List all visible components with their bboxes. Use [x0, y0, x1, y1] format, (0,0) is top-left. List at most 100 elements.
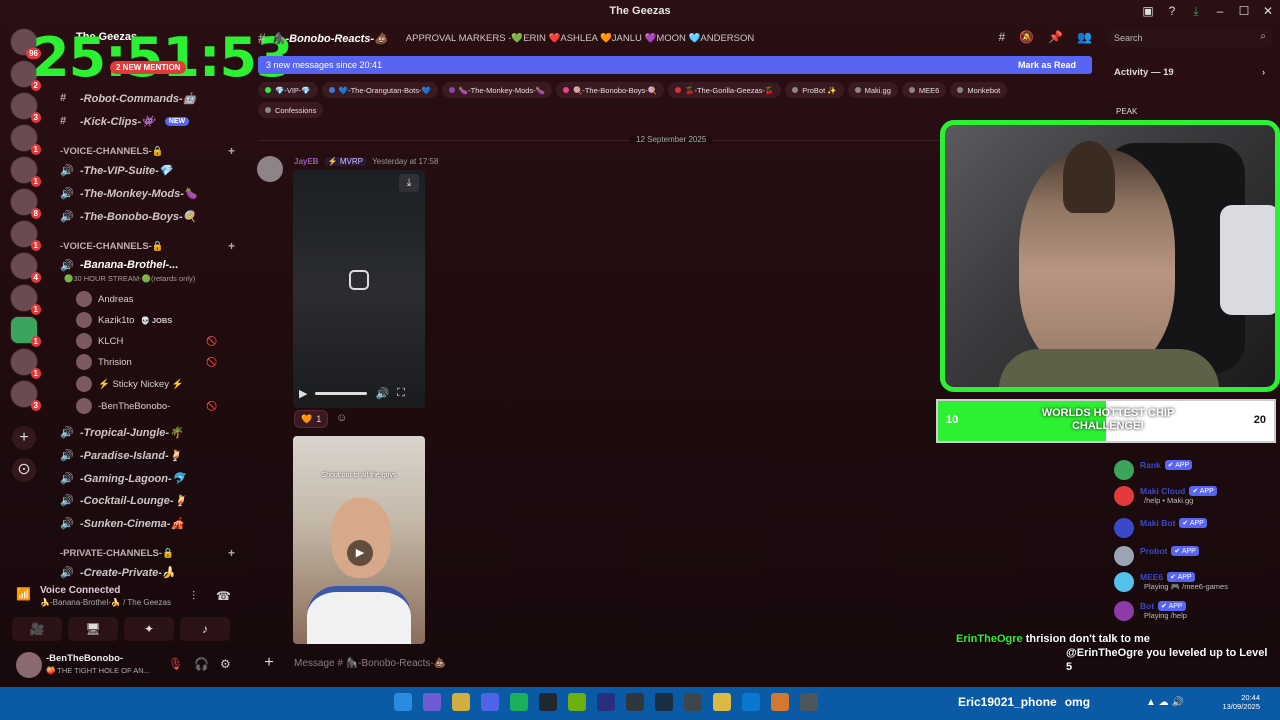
channel-topic[interactable]: APPROVAL MARKERS -💚ERIN ❤️ASHLEA 🧡JANLU … [406, 33, 754, 44]
members-icon[interactable]: 👥 [1077, 30, 1092, 44]
voice-user[interactable]: Thrision 🚫 [76, 353, 217, 371]
app-icon[interactable] [684, 693, 702, 711]
server-icon[interactable]: 1 [10, 156, 41, 187]
steam-icon[interactable] [655, 693, 673, 711]
channel-robot-commands[interactable]: # -Robot-Commands-🤖 [60, 89, 196, 107]
voice-user[interactable]: -BenTheBonobo- 🚫 [76, 397, 217, 415]
tray-icons[interactable]: ▲ ☁ 🔊 [1146, 697, 1184, 708]
member-app[interactable]: Maki Bot ✔ APP [1114, 518, 1207, 540]
play-icon[interactable]: ▶ [299, 387, 307, 400]
inbox-icon[interactable]: ▣ [1136, 4, 1160, 18]
role-tag[interactable]: 🍆-The-Monkey-Mods-🍆 [441, 82, 553, 98]
play-icon[interactable]: ▶ [347, 540, 373, 566]
server-icon[interactable]: 8 [10, 188, 41, 219]
chrome-icon[interactable] [452, 693, 470, 711]
activities-button[interactable]: ✦ [124, 617, 174, 641]
server-icon[interactable]: 1 [10, 124, 41, 155]
clock[interactable]: 20:44 13/09/2025 [1222, 693, 1260, 711]
role-tag[interactable]: Monkebot [950, 82, 1008, 98]
discord-icon[interactable] [481, 693, 499, 711]
mic-muted-icon[interactable]: 🎙 [168, 657, 183, 671]
avatar[interactable] [16, 652, 42, 678]
terminal-icon[interactable] [539, 693, 557, 711]
pin-icon[interactable]: 📌 [1048, 30, 1063, 44]
settings-icon[interactable]: ⚙ [220, 657, 231, 671]
channel-kick-clips[interactable]: # -Kick-Clips-👾 NEW [60, 112, 190, 130]
new-mention-pill[interactable]: 2 NEW MENTION [110, 61, 187, 74]
voice-user[interactable]: Andreas [76, 290, 133, 308]
member-app[interactable]: Bot ✔ APP Playing /help [1114, 601, 1187, 623]
message-author[interactable]: JayEB [294, 157, 318, 166]
notification-icon[interactable]: 🔕 [1019, 30, 1034, 44]
category-voice-channels[interactable]: -VOICE-CHANNELS-🔒 + [60, 144, 235, 158]
channel-gaming-lagoon[interactable]: 🔊 -Gaming-Lagoon-🐬 [60, 469, 185, 487]
camera-button[interactable]: 🎥 [12, 617, 62, 641]
new-messages-bar[interactable]: 3 new messages since 20:41 Mark as Read [258, 56, 1092, 74]
server-icon[interactable]: 1 [10, 220, 41, 251]
reaction-heart[interactable]: 🧡 1 [294, 410, 329, 428]
channel-monkey-mods[interactable]: 🔊 -The-Monkey-Mods-🍆 [60, 184, 198, 202]
app-icon[interactable] [771, 693, 789, 711]
category-voice-channels-2[interactable]: -VOICE-CHANNELS-🔒 + [60, 239, 235, 253]
volume-slider[interactable] [315, 391, 368, 395]
screen-share-button[interactable]: 🖥 [68, 617, 118, 641]
video-attachment[interactable]: ⤓ ▶ 🔊 ⛶ [293, 170, 425, 408]
avatar[interactable] [257, 156, 283, 182]
member-app[interactable]: Probot ✔ APP [1114, 546, 1199, 568]
noise-icon[interactable]: ⫶ [192, 589, 195, 604]
channel-vip-suite[interactable]: 🔊 -The-VIP-Suite-💎 [60, 161, 173, 179]
add-attachment-icon[interactable]: + [256, 654, 282, 672]
channel-bonobo-boys[interactable]: 🔊 -The-Bonobo-Boys-🍭 [60, 207, 196, 225]
download-icon[interactable]: ⤓ [399, 174, 419, 192]
obs-icon[interactable] [626, 693, 644, 711]
message-input[interactable]: Message # 🦍-Bonobo-Reacts-💩 [294, 658, 446, 669]
channel-tropical-jungle[interactable]: 🔊 -Tropical-Jungle-🌴 [60, 423, 183, 441]
fullscreen-icon[interactable]: ⛶ [397, 387, 405, 400]
channel-paradise-island[interactable]: 🔊 -Paradise-Island-🍹 [60, 446, 182, 464]
volume-icon[interactable]: 🔊 [375, 387, 389, 400]
role-tag[interactable]: 💎-VIP-💎 [258, 82, 318, 98]
member-app[interactable]: MEE6 ✔ APP Playing 🎮 /mee6-games [1114, 572, 1228, 594]
download-icon[interactable]: ⤓ [1184, 4, 1208, 19]
role-tag[interactable]: 💙-The-Orangutan-Bots-💙 [321, 82, 438, 98]
add-reaction-icon[interactable]: ☺ [336, 412, 347, 424]
voice-user[interactable]: Kazik1to 💀 JOBS [76, 311, 172, 329]
search-icon[interactable] [423, 693, 441, 711]
role-tag[interactable]: Maki.gg [847, 82, 898, 98]
soundboard-button[interactable]: ♪ [180, 617, 230, 641]
help-icon[interactable]: ? [1160, 4, 1184, 18]
server-icon[interactable]: 3 [10, 380, 41, 411]
premiere-icon[interactable] [597, 693, 615, 711]
role-tag[interactable]: Confessions [258, 102, 324, 118]
channel-sunken-cinema[interactable]: 🔊 -Sunken-Cinema-🎪 [60, 514, 184, 532]
activity-header[interactable]: Activity — 19 › [1114, 67, 1265, 78]
server-icon[interactable]: 1 [10, 348, 41, 379]
channel-banana-brothel[interactable]: 🔊 -Banana-Brothel-... [60, 256, 178, 274]
video-attachment[interactable]: Shout out to all the guys ▶ [293, 436, 425, 644]
folder-icon[interactable] [713, 693, 731, 711]
voice-status[interactable]: Voice Connected [40, 585, 120, 596]
channel-cocktail-lounge[interactable]: 🔊 -Cocktail-Lounge-🍹 [60, 491, 187, 509]
outlook-icon[interactable] [742, 693, 760, 711]
server-icon[interactable]: 1 [10, 284, 41, 315]
role-tag[interactable]: MEE6 [901, 82, 947, 98]
app-icon[interactable] [800, 693, 818, 711]
threads-icon[interactable]: # [998, 30, 1005, 44]
role-tag[interactable]: ProBot ✨ [785, 82, 844, 98]
member-app[interactable]: Maki Cloud ✔ APP/help • Maki.gg [1114, 486, 1217, 508]
member-app[interactable]: Rank ✔ APP [1114, 460, 1193, 482]
disconnect-icon[interactable]: ☎ [216, 589, 231, 603]
add-channel-icon[interactable]: + [228, 546, 235, 560]
start-icon[interactable] [394, 693, 412, 711]
nvidia-icon[interactable] [568, 693, 586, 711]
voice-user[interactable]: KLCH 🚫 [76, 332, 217, 350]
minimize-button[interactable]: – [1208, 4, 1232, 18]
deafened-icon[interactable]: 🎧 [194, 657, 209, 671]
role-tag[interactable]: 🍭-The-Bonobo-Boys-🍭 [556, 82, 665, 98]
voice-user[interactable]: ⚡ Sticky Nickey ⚡ [76, 375, 183, 393]
role-tag[interactable]: 🍒-The-Gorilla-Geezas-🍒 [668, 82, 782, 98]
add-channel-icon[interactable]: + [228, 144, 235, 158]
add-channel-icon[interactable]: + [228, 239, 235, 253]
server-icon[interactable]: 1 [10, 316, 41, 347]
add-server-icon[interactable]: + [12, 426, 36, 450]
